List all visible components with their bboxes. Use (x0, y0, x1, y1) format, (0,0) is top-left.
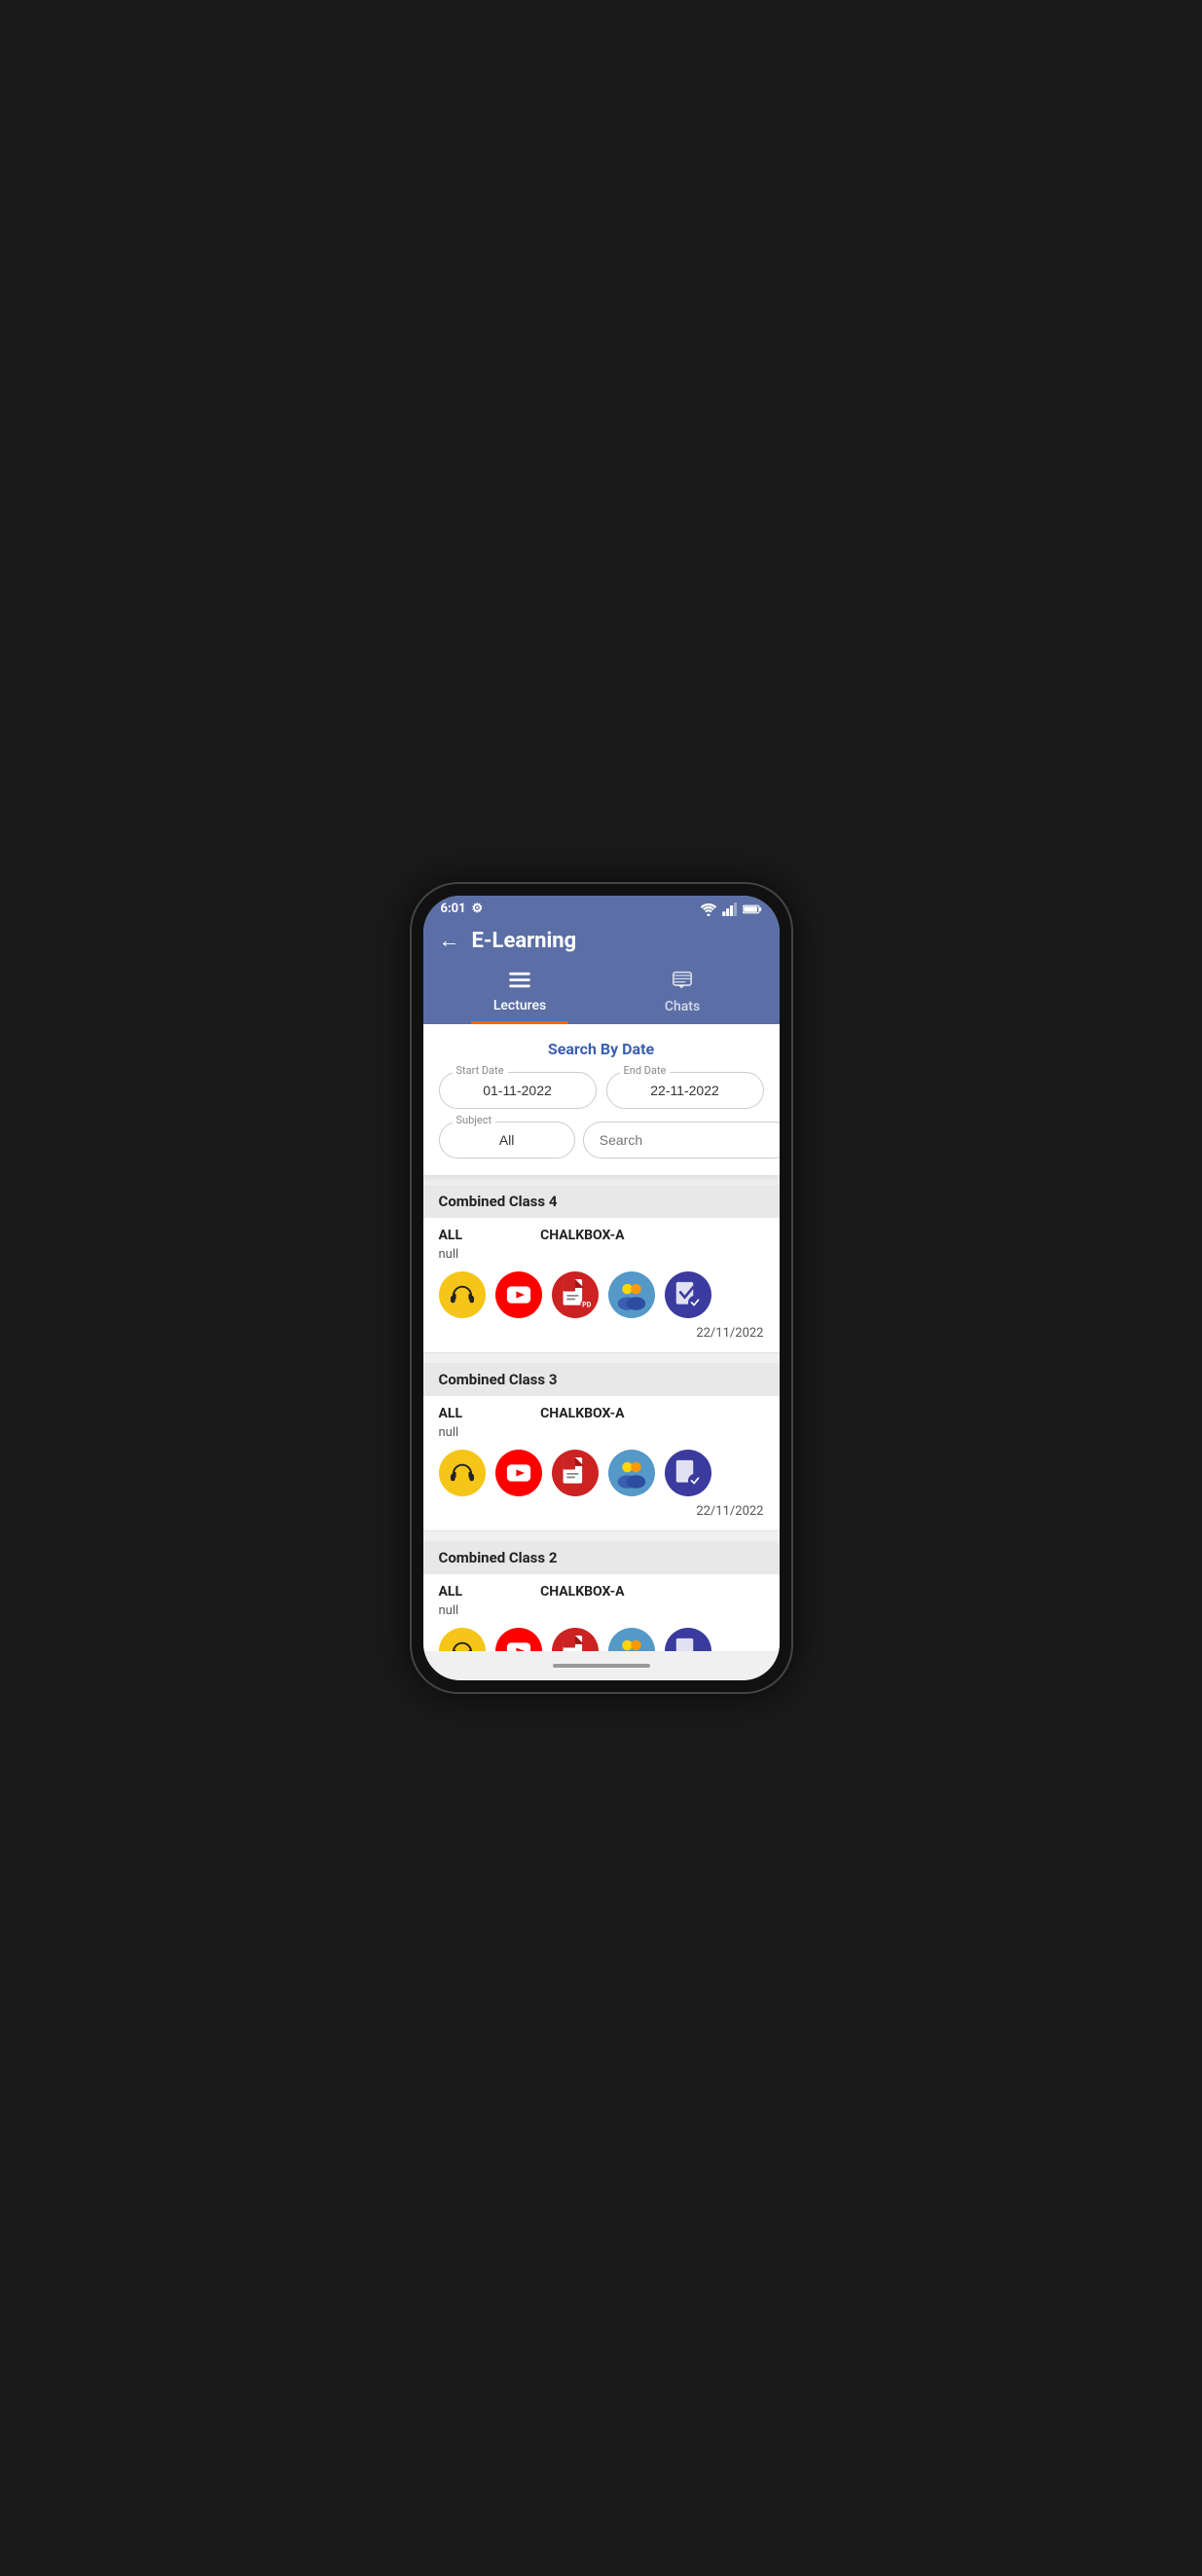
headphones-icon (449, 1283, 476, 1306)
back-button[interactable]: ← (439, 928, 460, 953)
people-icon (614, 1277, 649, 1312)
lecture-meta-class4: ALL CHALKBOX-A (439, 1228, 764, 1243)
lecture-card-class4: Combined Class 4 ALL CHALKBOX-A null (423, 1185, 780, 1353)
pdf-icon-2 (560, 1634, 591, 1651)
pdf-button-class2[interactable] (552, 1628, 599, 1651)
lecture-null-class4: null (439, 1247, 764, 1262)
settings-icon: ⚙ (472, 902, 484, 916)
doc-icon (674, 1280, 702, 1309)
meta-right-class4: CHALKBOX-A (540, 1228, 624, 1243)
doc-button-class3[interactable] (665, 1450, 711, 1496)
status-time: 6:01 (441, 902, 466, 916)
subject-field: Subject (439, 1122, 575, 1159)
youtube-icon (506, 1285, 531, 1305)
date-row: Start Date End Date (439, 1072, 764, 1109)
app-title: E-Learning (472, 929, 577, 953)
start-date-label: Start Date (453, 1064, 508, 1077)
people-button-class2[interactable] (608, 1628, 655, 1651)
doc-icon-3 (674, 1458, 702, 1488)
status-right (700, 902, 762, 916)
search-text-input[interactable] (583, 1122, 780, 1159)
meta-left-class4: ALL (439, 1228, 463, 1243)
tab-lectures[interactable]: Lectures (439, 963, 601, 1024)
pdf-button-class4[interactable]: PDF (552, 1271, 599, 1318)
start-date-input[interactable] (439, 1072, 597, 1109)
doc-button-class2[interactable] (665, 1628, 711, 1651)
phone-screen: 6:01 ⚙ (423, 896, 780, 1680)
audio-button-class3[interactable] (439, 1450, 486, 1496)
meta-left-class3: ALL (439, 1406, 463, 1421)
phone-device: 6:01 ⚙ (412, 884, 791, 1692)
lecture-meta-class2: ALL CHALKBOX-A (439, 1584, 764, 1600)
app-bar: ← E-Learning Lectures (423, 920, 780, 1024)
people-icon-3 (614, 1455, 649, 1490)
headphones-icon-2 (449, 1639, 476, 1651)
youtube-icon-3 (506, 1463, 531, 1483)
lecture-icons-class2 (439, 1628, 764, 1651)
lecture-header-class3: Combined Class 3 (423, 1363, 780, 1396)
people-button-class4[interactable] (608, 1271, 655, 1318)
subject-search-row: Subject (439, 1121, 764, 1159)
content-area: Search By Date Start Date End Date Subje… (423, 1024, 780, 1651)
status-left: 6:01 ⚙ (441, 902, 484, 916)
lecture-header-class4: Combined Class 4 (423, 1185, 780, 1218)
youtube-button-class2[interactable] (495, 1628, 542, 1651)
people-button-class3[interactable] (608, 1450, 655, 1496)
status-bar: 6:01 ⚙ (423, 896, 780, 920)
search-by-date-title: Search By Date (439, 1040, 764, 1058)
lecture-null-class2: null (439, 1603, 764, 1618)
lecture-list: Combined Class 4 ALL CHALKBOX-A null (423, 1185, 780, 1651)
meta-left-class2: ALL (439, 1584, 463, 1600)
tab-chats[interactable]: Chats (601, 963, 764, 1024)
home-bar (553, 1664, 650, 1668)
lectures-tab-label: Lectures (493, 998, 546, 1013)
svg-text:PDF: PDF (582, 1300, 591, 1308)
app-bar-title-row: ← E-Learning (439, 928, 764, 963)
lecture-icons-class3 (439, 1450, 764, 1496)
wifi-icon (700, 902, 717, 916)
audio-button-class4[interactable] (439, 1271, 486, 1318)
audio-button-class2[interactable] (439, 1628, 486, 1651)
start-date-field: Start Date (439, 1072, 597, 1109)
search-panel: Search By Date Start Date End Date Subje… (423, 1024, 780, 1175)
lectures-icon (509, 971, 530, 994)
home-indicator (423, 1651, 780, 1680)
people-icon-2 (614, 1634, 649, 1651)
lecture-icons-class4: PDF (439, 1271, 764, 1318)
meta-right-class2: CHALKBOX-A (540, 1584, 624, 1600)
search-input-wrap (583, 1121, 780, 1159)
signal-icon (722, 902, 738, 916)
meta-right-class3: CHALKBOX-A (540, 1406, 624, 1421)
pdf-icon-3 (560, 1455, 591, 1490)
headphones-icon-3 (449, 1461, 476, 1485)
end-date-label: End Date (620, 1064, 671, 1077)
lecture-card-class3: Combined Class 3 ALL CHALKBOX-A null (423, 1363, 780, 1531)
subject-input[interactable] (439, 1122, 575, 1159)
youtube-icon-2 (506, 1641, 531, 1651)
lecture-date-class4: 22/11/2022 (439, 1326, 764, 1341)
chats-tab-label: Chats (665, 999, 700, 1014)
youtube-button-class3[interactable] (495, 1450, 542, 1496)
lecture-card-class2: Combined Class 2 ALL CHALKBOX-A null (423, 1541, 780, 1651)
battery-icon (743, 903, 762, 915)
youtube-button-class4[interactable] (495, 1271, 542, 1318)
pdf-icon: PDF (560, 1277, 591, 1312)
end-date-input[interactable] (606, 1072, 764, 1109)
end-date-field: End Date (606, 1072, 764, 1109)
lecture-date-class3: 22/11/2022 (439, 1504, 764, 1519)
chats-icon (672, 971, 693, 995)
doc-icon-2 (674, 1637, 702, 1651)
lecture-meta-class3: ALL CHALKBOX-A (439, 1406, 764, 1421)
lecture-null-class3: null (439, 1425, 764, 1440)
subject-label: Subject (453, 1114, 496, 1126)
tab-bar: Lectures Chats (439, 963, 764, 1024)
doc-button-class4[interactable] (665, 1271, 711, 1318)
pdf-button-class3[interactable] (552, 1450, 599, 1496)
lecture-header-class2: Combined Class 2 (423, 1541, 780, 1574)
